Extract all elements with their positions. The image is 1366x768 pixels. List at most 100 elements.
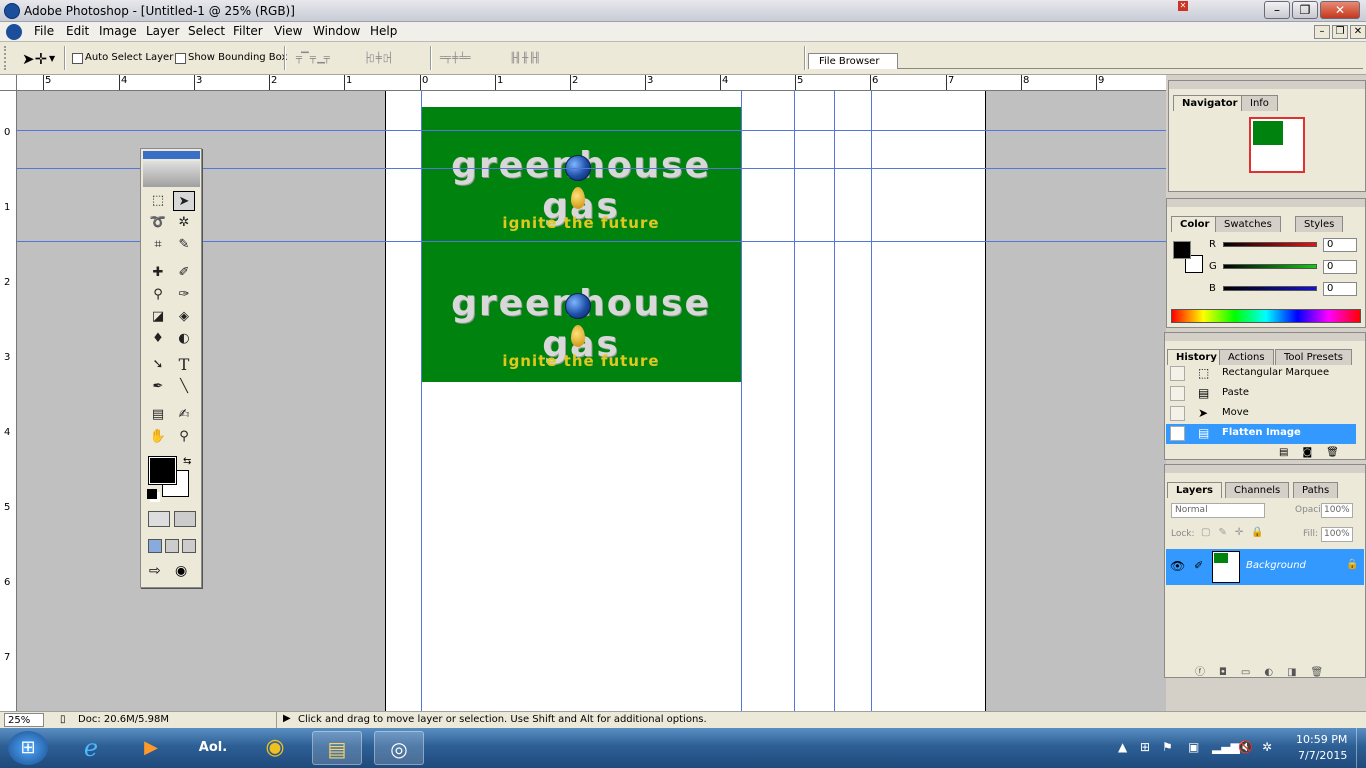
healing-brush-tool-icon[interactable]: ✚ bbox=[147, 263, 169, 283]
blue-slider[interactable] bbox=[1223, 286, 1317, 291]
menu-help[interactable]: Help bbox=[368, 24, 399, 38]
blend-mode-select[interactable]: Normal bbox=[1171, 503, 1265, 518]
volume-muted-icon[interactable]: 🔇 bbox=[1238, 740, 1253, 754]
history-source-box[interactable] bbox=[1170, 386, 1185, 401]
show-bounding-box-label[interactable]: Show Bounding Box bbox=[188, 52, 287, 63]
doc-restore-button[interactable]: ❐ bbox=[1332, 25, 1348, 39]
clock-date[interactable]: 7/7/2015 bbox=[1298, 749, 1347, 762]
action-center-flag-icon[interactable]: ⚑ bbox=[1162, 740, 1173, 754]
auto-select-layer-label[interactable]: Auto Select Layer bbox=[85, 52, 173, 63]
standard-mode-button[interactable] bbox=[148, 511, 170, 527]
green-slider[interactable] bbox=[1223, 264, 1317, 269]
zoom-field[interactable]: 25% bbox=[4, 713, 44, 727]
magic-wand-tool-icon[interactable]: ✲ bbox=[173, 213, 195, 233]
red-value-field[interactable]: 0 bbox=[1323, 238, 1357, 252]
lock-icons[interactable]: ▢✎✛🔒 bbox=[1201, 527, 1272, 538]
eye-icon[interactable]: 👁 bbox=[1170, 559, 1185, 573]
blur-tool-icon[interactable]: ♦ bbox=[147, 329, 169, 349]
navigator-titlebar[interactable] bbox=[1169, 81, 1365, 89]
marquee-tool-icon[interactable]: ⬚ bbox=[147, 191, 169, 211]
history-footer-icons[interactable]: ▤◙🗑 bbox=[1279, 447, 1353, 458]
layers-footer-icons[interactable]: ⓕ◘▭◐◨🗑 bbox=[1195, 663, 1337, 678]
history-item[interactable]: ⬚ Rectangular Marquee bbox=[1166, 364, 1356, 384]
close-button[interactable]: ✕ bbox=[1320, 1, 1360, 19]
menu-edit[interactable]: Edit bbox=[64, 24, 91, 38]
tab-tool-presets[interactable]: Tool Presets bbox=[1275, 349, 1352, 365]
menu-file[interactable]: File bbox=[32, 24, 56, 38]
path-selection-tool-icon[interactable]: ➘ bbox=[147, 355, 169, 375]
horizontal-ruler[interactable]: 5 4 3 2 1 0 1 2 3 4 5 6 7 8 9 bbox=[17, 75, 1166, 91]
hand-tool-icon[interactable]: ✋ bbox=[147, 427, 169, 447]
imageready-icon[interactable]: ◉ bbox=[175, 563, 197, 579]
slice-tool-icon[interactable]: ✎ bbox=[173, 235, 195, 255]
quick-mask-mode-button[interactable] bbox=[174, 511, 196, 527]
network-signal-icon[interactable]: ▂▄▆ bbox=[1212, 740, 1240, 754]
greenhouse-banner[interactable]: greenhouse gas ignite the future greenho… bbox=[421, 107, 741, 382]
red-slider[interactable] bbox=[1223, 242, 1317, 247]
navigator-preview[interactable] bbox=[1249, 117, 1305, 173]
full-screen-mode-button[interactable] bbox=[182, 539, 196, 553]
menu-window[interactable]: Window bbox=[311, 24, 362, 38]
vertical-guide[interactable] bbox=[834, 91, 835, 711]
tab-layers[interactable]: Layers bbox=[1167, 482, 1222, 498]
minimize-button[interactable]: – bbox=[1264, 1, 1290, 19]
opacity-field[interactable]: 100% bbox=[1321, 503, 1353, 518]
toolbox-titlebar[interactable] bbox=[143, 151, 200, 159]
windows-icon[interactable]: ⊞ bbox=[1140, 740, 1150, 754]
distribute-vertical-icons[interactable]: ═╤ ╪ ╧═ bbox=[440, 53, 470, 65]
show-bounding-box-checkbox[interactable] bbox=[175, 53, 186, 64]
line-tool-icon[interactable]: ╲ bbox=[173, 377, 195, 397]
fill-field[interactable]: 100% bbox=[1321, 527, 1353, 542]
swap-colors-icon[interactable]: ⇆ bbox=[183, 456, 191, 467]
tab-color[interactable]: Color bbox=[1171, 216, 1219, 232]
tab-channels[interactable]: Channels bbox=[1225, 482, 1290, 498]
history-item-active[interactable]: ▤ Flatten Image bbox=[1166, 424, 1356, 444]
clone-stamp-tool-icon[interactable]: ⚲ bbox=[147, 285, 169, 305]
pen-tool-icon[interactable]: ✒ bbox=[147, 377, 169, 397]
zoom-tool-icon[interactable]: ⚲ bbox=[173, 427, 195, 447]
doc-close-button[interactable]: ✕ bbox=[1350, 25, 1366, 39]
history-item[interactable]: ➤ Move bbox=[1166, 404, 1356, 424]
layer-row-background[interactable]: 👁 ✐ Background 🔒 bbox=[1166, 549, 1364, 585]
vertical-guide[interactable] bbox=[421, 91, 422, 711]
safely-remove-icon[interactable]: ✲ bbox=[1262, 740, 1272, 754]
brush-tool-icon[interactable]: ✐ bbox=[173, 263, 195, 283]
distribute-horizontal-icons[interactable]: ╟╢ ╫ ╟╢ bbox=[510, 53, 540, 65]
layer-name[interactable]: Background bbox=[1246, 560, 1306, 571]
close-icon[interactable]: ✕ bbox=[1178, 1, 1188, 11]
file-explorer-icon[interactable]: ▤ bbox=[312, 731, 362, 765]
menu-filter[interactable]: Filter bbox=[231, 24, 265, 38]
clock-time[interactable]: 10:59 PM bbox=[1296, 733, 1347, 746]
history-source-box[interactable] bbox=[1170, 426, 1185, 441]
history-brush-tool-icon[interactable]: ✑ bbox=[173, 285, 195, 305]
foreground-color-overlay[interactable] bbox=[148, 456, 177, 485]
horizontal-guide[interactable] bbox=[17, 130, 1166, 131]
doc-info-icon[interactable]: ▯ bbox=[60, 714, 66, 725]
tab-paths[interactable]: Paths bbox=[1293, 482, 1339, 498]
dodge-tool-icon[interactable]: ◐ bbox=[173, 329, 195, 349]
green-value-field[interactable]: 0 bbox=[1323, 260, 1357, 274]
doc-minimize-button[interactable]: – bbox=[1314, 25, 1330, 39]
chevron-down-icon[interactable]: ▼ bbox=[49, 54, 55, 63]
history-item[interactable]: ▤ Paste bbox=[1166, 384, 1356, 404]
media-player-icon[interactable]: ▶ bbox=[126, 731, 176, 765]
move-tool-preset-icon[interactable]: ➤✛ bbox=[22, 50, 47, 68]
photoshop-taskbar-icon[interactable]: ◎ bbox=[374, 731, 424, 765]
tab-actions[interactable]: Actions bbox=[1219, 349, 1274, 365]
history-source-box[interactable] bbox=[1170, 406, 1185, 421]
jump-to-imageready-icon[interactable]: ⇨ bbox=[149, 563, 171, 579]
chrome-icon[interactable]: ◉ bbox=[250, 731, 300, 765]
notes-tool-icon[interactable]: ▤ bbox=[147, 405, 169, 425]
options-grip[interactable] bbox=[4, 46, 12, 70]
crop-tool-icon[interactable]: ⌗ bbox=[147, 235, 169, 255]
ruler-origin[interactable] bbox=[0, 75, 17, 91]
file-browser-tab[interactable]: File Browser bbox=[808, 53, 898, 69]
blue-value-field[interactable]: 0 bbox=[1323, 282, 1357, 296]
tab-styles[interactable]: Styles bbox=[1295, 216, 1344, 232]
lasso-tool-icon[interactable]: ➰ bbox=[147, 213, 169, 233]
paint-bucket-tool-icon[interactable]: ◈ bbox=[173, 307, 195, 327]
default-colors-icon[interactable] bbox=[147, 489, 157, 499]
standard-screen-mode-button[interactable] bbox=[148, 539, 162, 553]
history-source-box[interactable] bbox=[1170, 366, 1185, 381]
display-icon[interactable]: ▣ bbox=[1188, 740, 1199, 754]
